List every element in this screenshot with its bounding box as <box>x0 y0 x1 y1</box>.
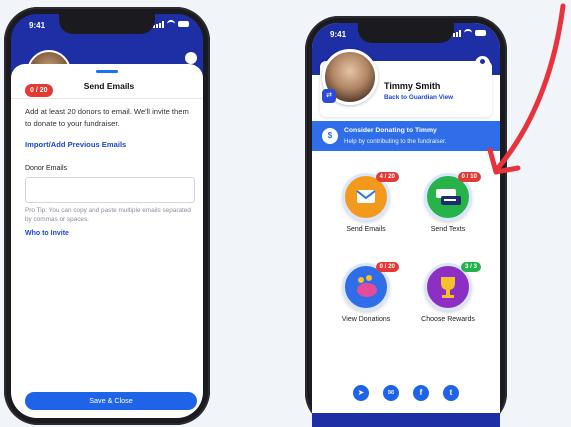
tile-label: Send Texts <box>430 226 466 233</box>
trophy-icon: 3 / 3 <box>424 262 481 311</box>
divider <box>11 98 203 99</box>
share-row: ➤ ✉ f t <box>312 385 500 407</box>
account-icon[interactable] <box>185 52 197 64</box>
pro-tip-text: Pro Tip: You can copy and paste multiple… <box>25 207 191 223</box>
banner-title: Consider Donating to Timmy <box>344 127 437 134</box>
intro-text: Add at least 20 donors to email. We'll i… <box>25 107 189 128</box>
messenger-icon[interactable]: ➤ <box>353 385 369 401</box>
envelope-icon: 4 / 20 <box>342 172 399 221</box>
tile-label: Send Emails <box>346 226 386 233</box>
who-to-invite-link[interactable]: Who to Invite <box>25 230 69 237</box>
send-emails-sheet: 0 / 20 Send Emails Add at least 20 donor… <box>11 64 203 418</box>
bottom-strip <box>312 413 500 427</box>
tile-choose-rewards[interactable]: 3 / 3 Choose Rewards <box>408 262 488 323</box>
tile-send-emails[interactable]: 4 / 20 Send Emails <box>326 172 406 233</box>
facebook-icon[interactable]: f <box>413 385 429 401</box>
wifi-icon <box>167 20 175 28</box>
battery-icon <box>178 21 189 27</box>
piggy-bank-icon: 0 / 20 <box>342 262 399 311</box>
wifi-icon <box>464 29 472 37</box>
account-icon[interactable] <box>475 56 490 71</box>
import-emails-link[interactable]: Import/Add Previous Emails <box>25 140 126 149</box>
tile-view-donations[interactable]: 0 / 20 View Donations <box>326 262 406 323</box>
sheet-grab-handle[interactable] <box>96 70 118 73</box>
messenger-chat-icon[interactable]: ✉ <box>383 385 399 401</box>
left-phone: 9:41 0 / 20 Send Emails Add at least 20 … <box>4 7 210 425</box>
status-icons <box>450 29 486 37</box>
back-to-guardian-link[interactable]: Back to Guardian View <box>384 94 453 101</box>
notch <box>59 14 155 34</box>
donor-emails-field[interactable] <box>25 177 195 203</box>
sheet-title: Send Emails <box>83 81 135 91</box>
tile-label: View Donations <box>341 316 391 323</box>
notch <box>358 23 454 43</box>
status-time: 9:41 <box>330 30 347 39</box>
left-phone-screen: 9:41 0 / 20 Send Emails Add at least 20 … <box>11 14 203 418</box>
battery-icon <box>475 30 486 36</box>
profile-name: Timmy Smith <box>384 81 441 91</box>
dollar-coin-icon: $ <box>322 128 338 144</box>
sheet-header: 0 / 20 Send Emails <box>25 79 193 97</box>
banner-subtitle: Help by contributing to the fundraiser. <box>344 138 447 145</box>
switch-view-icon[interactable]: ⇄ <box>322 89 336 103</box>
donor-emails-label: Donor Emails <box>25 165 68 172</box>
twitter-icon[interactable]: t <box>443 385 459 401</box>
status-time: 9:41 <box>29 21 46 30</box>
status-icons <box>153 20 189 28</box>
tile-label: Choose Rewards <box>421 316 475 323</box>
save-close-button[interactable]: Save & Close <box>25 392 197 410</box>
